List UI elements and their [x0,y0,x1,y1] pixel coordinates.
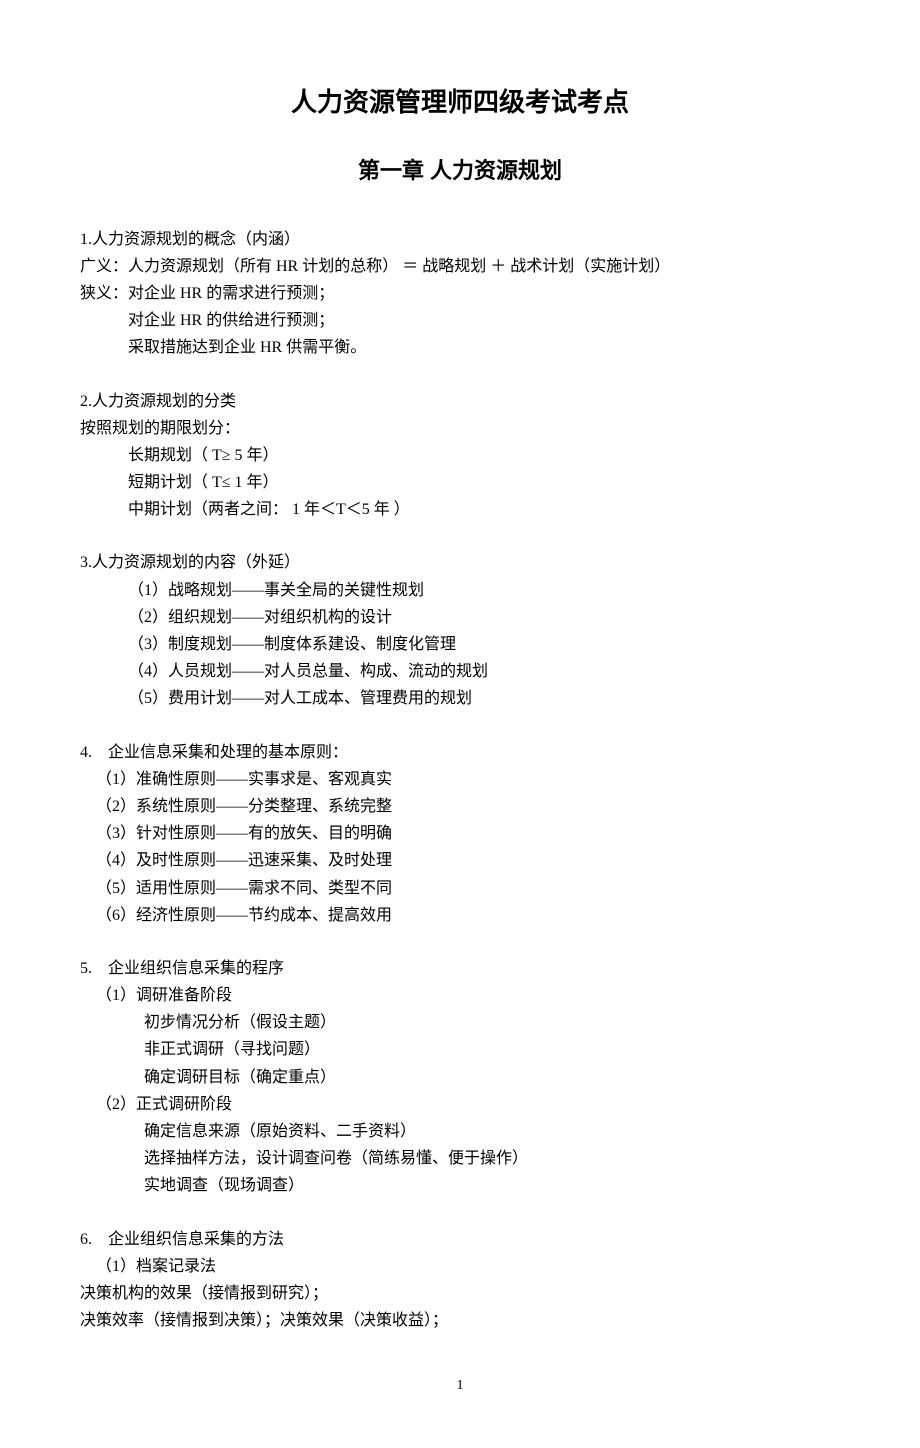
section: 6. 企业组织信息采集的方法（1）档案记录法决策机构的效果（接情报到研究）；决策… [80,1226,840,1335]
body-line: 决策效率（接情报到决策）；决策效果（决策收益）； [80,1307,840,1334]
section: 2.人力资源规划的分类按照规划的期限划分：长期规划（ T≥ 5 年）短期计划（ … [80,388,840,524]
body-line: （1）准确性原则——实事求是、客观真实 [80,766,840,793]
body-line: （2）组织规划——对组织机构的设计 [80,604,840,631]
body-line: （1）调研准备阶段 [80,982,840,1009]
body-line: （2）系统性原则——分类整理、系统完整 [80,793,840,820]
body-line: 短期计划（ T≤ 1 年） [80,469,840,496]
body-line: 对企业 HR 的供给进行预测； [80,307,840,334]
body-line: （4）及时性原则——迅速采集、及时处理 [80,847,840,874]
body-line: 广义：人力资源规划（所有 HR 计划的总称） ＝ 战略规划 ＋ 战术计划（实施计… [80,253,840,280]
body-line: （3）针对性原则——有的放矢、目的明确 [80,820,840,847]
doc-subtitle: 第一章 人力资源规划 [80,152,840,189]
body-line: 非正式调研（寻找问题） [80,1036,840,1063]
section-heading: 6. 企业组织信息采集的方法 [80,1226,840,1253]
section-heading: 3.人力资源规划的内容（外延） [80,549,840,576]
section: 5. 企业组织信息采集的程序（1）调研准备阶段初步情况分析（假设主题）非正式调研… [80,955,840,1200]
body-line: 长期规划（ T≥ 5 年） [80,442,840,469]
body-line: 决策机构的效果（接情报到研究）； [80,1280,840,1307]
body-line: 选择抽样方法，设计调查问卷（简练易懂、便于操作） [80,1145,840,1172]
body-line: 确定信息来源（原始资料、二手资料） [80,1118,840,1145]
section-heading: 1.人力资源规划的概念（内涵） [80,226,840,253]
body-line: （3）制度规划——制度体系建设、制度化管理 [80,631,840,658]
body-line: 确定调研目标（确定重点） [80,1064,840,1091]
section: 3.人力资源规划的内容（外延）（1）战略规划——事关全局的关键性规划（2）组织规… [80,549,840,712]
section-heading: 4. 企业信息采集和处理的基本原则： [80,739,840,766]
section-heading: 2.人力资源规划的分类 [80,388,840,415]
body-line: （5）费用计划——对人工成本、管理费用的规划 [80,685,840,712]
section-heading: 5. 企业组织信息采集的程序 [80,955,840,982]
body-line: 采取措施达到企业 HR 供需平衡。 [80,334,840,361]
body-line: （2）正式调研阶段 [80,1091,840,1118]
body-line: 按照规划的期限划分： [80,415,840,442]
document-body: 1.人力资源规划的概念（内涵）广义：人力资源规划（所有 HR 计划的总称） ＝ … [80,226,840,1335]
section: 4. 企业信息采集和处理的基本原则：（1）准确性原则——实事求是、客观真实（2）… [80,739,840,929]
body-line: （6）经济性原则——节约成本、提高效用 [80,902,840,929]
body-line: 实地调查（现场调查） [80,1172,840,1199]
body-line: 狭义：对企业 HR 的需求进行预测； [80,280,840,307]
body-line: 中期计划（两者之间： 1 年＜T＜5 年 ） [80,496,840,523]
section: 1.人力资源规划的概念（内涵）广义：人力资源规划（所有 HR 计划的总称） ＝ … [80,226,840,362]
body-line: 初步情况分析（假设主题） [80,1009,840,1036]
body-line: （1）战略规划——事关全局的关键性规划 [80,577,840,604]
page-number: 1 [80,1374,840,1398]
body-line: （4）人员规划——对人员总量、构成、流动的规划 [80,658,840,685]
body-line: （1）档案记录法 [80,1253,840,1280]
doc-title: 人力资源管理师四级考试考点 [80,80,840,124]
body-line: （5）适用性原则——需求不同、类型不同 [80,875,840,902]
